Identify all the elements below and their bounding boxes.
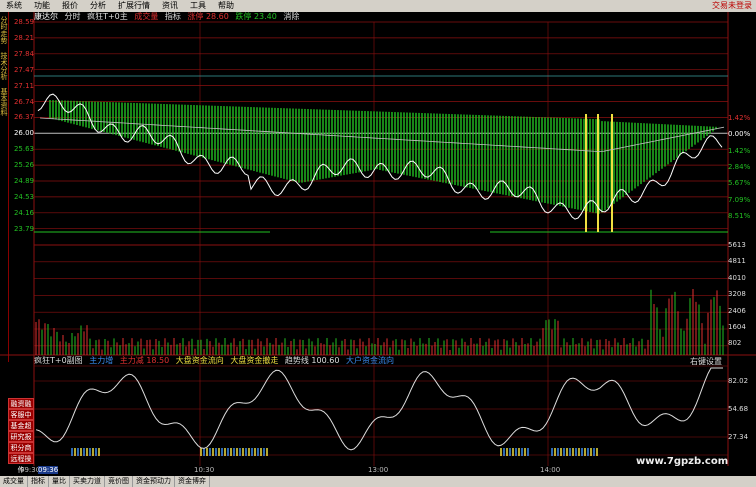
sub-tick: 27.34 — [728, 433, 749, 441]
pct-tick: 1.42% — [728, 146, 751, 155]
settings-button[interactable]: 右键设置 — [690, 356, 722, 367]
price-tick: 24.89 — [13, 177, 34, 185]
watermark: www.7gpzb.com — [636, 456, 729, 467]
intraday-chart — [0, 12, 756, 466]
tab-auction[interactable]: 竞价图 — [105, 476, 133, 487]
pct-tick: 0.00% — [728, 130, 751, 139]
side-btn-fund[interactable]: 基金超市 — [8, 420, 34, 441]
price-tick: 27.11 — [13, 81, 34, 90]
price-tick: 28.21 — [13, 33, 34, 42]
sub-tick: 54.68 — [728, 405, 749, 413]
tab-ratio[interactable]: 量比 — [49, 476, 70, 487]
price-tick: 24.16 — [13, 208, 34, 217]
tab-force[interactable]: 买卖力道 — [70, 476, 105, 487]
pct-tick: 1.42% — [728, 114, 751, 122]
price-tick: 26.74 — [13, 97, 34, 106]
tab-indicator[interactable]: 指标 — [28, 476, 49, 487]
price-tick: 27.84 — [13, 49, 34, 58]
volume-tick: 3208 — [728, 290, 746, 299]
volume-tick: 4010 — [728, 273, 746, 282]
price-tick: 25.63 — [13, 145, 34, 154]
tab-fund-game[interactable]: 资金博弈 — [175, 476, 210, 487]
tab-volume[interactable]: 成交量 — [0, 476, 28, 487]
price-tick: 27.47 — [13, 65, 34, 74]
bottom-tab-bar: 成交量 指标 量比 买卖力道 竞价图 资金预动力 资金博弈 — [0, 476, 756, 487]
sub-a: 主力增 — [89, 356, 114, 365]
sub-b: 主力减 18.50 — [119, 356, 170, 365]
price-tick: 26.37 — [13, 113, 34, 122]
sub-chart-info: 疯狂T+0副图 主力增 主力减 18.50 大盘资金流向 大盘资金撤走 趋势线 … — [34, 356, 398, 366]
sub-e: 趋势线 100.60 — [284, 356, 340, 365]
price-tick: 25.26 — [13, 161, 34, 170]
volume-tick: 802 — [728, 339, 742, 348]
volume-tick: 1604 — [728, 323, 746, 331]
price-tick: 28.59 — [13, 18, 34, 26]
volume-tick: 5613 — [728, 241, 746, 249]
time-label-cursor: 09:36 — [38, 466, 59, 474]
sub-c: 大盘资金流向 — [175, 356, 224, 365]
sub-tick: 82.02 — [728, 377, 749, 385]
volume-tick: 2406 — [728, 306, 746, 315]
sub-title: 疯狂T+0副图 — [34, 356, 83, 365]
side-btn-service[interactable]: 客服中心 — [8, 409, 34, 430]
side-btn-remote[interactable]: 远程操作 — [8, 453, 34, 474]
price-tick: 24.53 — [13, 192, 34, 201]
price-tick: 26.00 — [13, 129, 34, 138]
time-label: 10:30 — [194, 466, 215, 474]
price-tick: 23.79 — [13, 224, 34, 233]
volume-tick: 4811 — [728, 257, 746, 266]
time-label: 14:00 — [540, 466, 561, 474]
side-btn-research[interactable]: 研究报告 — [8, 431, 34, 452]
sub-f: 大户资金流向 — [345, 356, 394, 365]
sub-d: 大盘资金撤走 — [230, 356, 279, 365]
time-label: 13:00 — [368, 466, 389, 474]
pct-tick: 5.67% — [728, 179, 751, 188]
side-btn-margin[interactable]: 融资融券 — [8, 398, 34, 419]
side-btn-points[interactable]: 积分商城 — [8, 442, 34, 463]
pct-tick: 8.51% — [728, 211, 751, 220]
pct-tick: 2.84% — [728, 162, 751, 171]
pct-tick: 7.09% — [728, 195, 751, 204]
tab-fund-power[interactable]: 资金预动力 — [133, 476, 175, 487]
